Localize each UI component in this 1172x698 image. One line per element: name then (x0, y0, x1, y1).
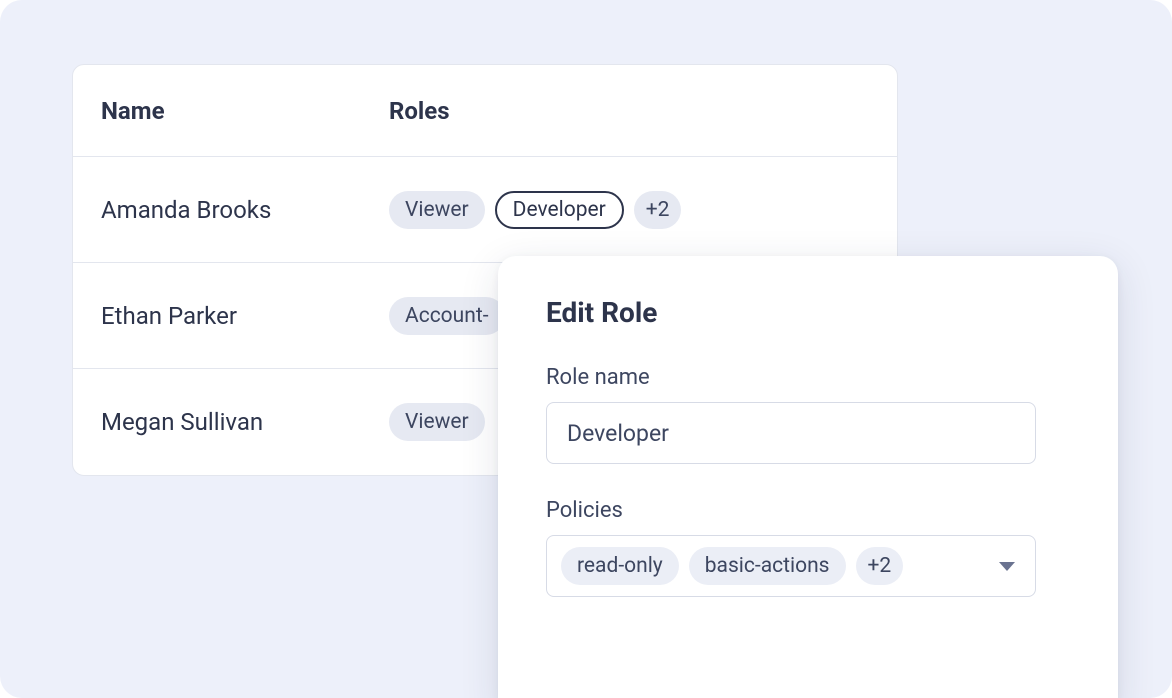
app-canvas: Name Roles Amanda Brooks Viewer Develope… (0, 0, 1172, 698)
table-row[interactable]: Amanda Brooks Viewer Developer +2 (73, 157, 897, 263)
policies-label: Policies (546, 498, 1070, 523)
table-header-row: Name Roles (73, 65, 897, 157)
user-name: Ethan Parker (101, 302, 389, 330)
policies-field: Policies read-only basic-actions +2 (546, 498, 1070, 597)
column-header-name: Name (101, 97, 389, 125)
role-name-value: Developer (567, 420, 669, 447)
user-name: Megan Sullivan (101, 408, 389, 436)
edit-role-panel: Edit Role Role name Developer Policies r… (498, 256, 1118, 698)
role-chip[interactable]: Viewer (389, 403, 485, 441)
column-header-roles: Roles (389, 97, 869, 125)
role-chip[interactable]: Viewer (389, 191, 485, 229)
policy-chip[interactable]: basic-actions (689, 547, 846, 585)
panel-title: Edit Role (546, 296, 1070, 329)
policies-select[interactable]: read-only basic-actions +2 (546, 535, 1036, 597)
role-chip-more[interactable]: +2 (634, 191, 682, 229)
role-name-field: Role name Developer (546, 365, 1070, 464)
role-name-label: Role name (546, 365, 1070, 390)
chevron-down-icon (999, 562, 1015, 571)
role-chip[interactable]: Account- (389, 297, 505, 335)
role-name-input[interactable]: Developer (546, 402, 1036, 464)
user-name: Amanda Brooks (101, 196, 389, 224)
user-roles: Viewer Developer +2 (389, 191, 869, 229)
policy-chip[interactable]: read-only (561, 547, 679, 585)
policy-chip-more[interactable]: +2 (856, 547, 904, 585)
role-chip-selected[interactable]: Developer (495, 191, 624, 229)
